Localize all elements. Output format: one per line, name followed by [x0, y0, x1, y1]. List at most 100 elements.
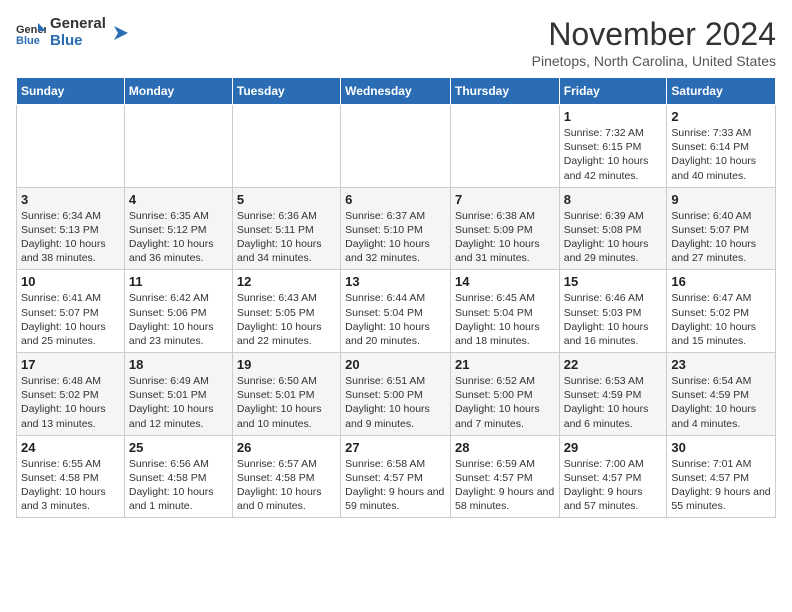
day-number: 8	[564, 192, 663, 207]
day-info: Sunrise: 6:45 AM Sunset: 5:04 PM Dayligh…	[455, 291, 555, 348]
day-number: 4	[129, 192, 228, 207]
day-number: 9	[671, 192, 771, 207]
calendar-week-row: 1Sunrise: 7:32 AM Sunset: 6:15 PM Daylig…	[17, 105, 776, 188]
calendar-cell: 3Sunrise: 6:34 AM Sunset: 5:13 PM Daylig…	[17, 187, 125, 270]
day-info: Sunrise: 6:59 AM Sunset: 4:57 PM Dayligh…	[455, 457, 555, 514]
day-number: 14	[455, 274, 555, 289]
day-number: 11	[129, 274, 228, 289]
day-info: Sunrise: 6:46 AM Sunset: 5:03 PM Dayligh…	[564, 291, 663, 348]
calendar-cell: 26Sunrise: 6:57 AM Sunset: 4:58 PM Dayli…	[232, 435, 340, 518]
day-info: Sunrise: 6:42 AM Sunset: 5:06 PM Dayligh…	[129, 291, 228, 348]
calendar-cell: 17 Sunrise: 6:48 AM Sunset: 5:02 PM Dayli…	[17, 353, 125, 436]
day-header-saturday: Saturday	[667, 78, 776, 105]
day-info: Sunrise: 6:37 AM Sunset: 5:10 PM Dayligh…	[345, 209, 446, 266]
calendar-cell: 29Sunrise: 7:00 AM Sunset: 4:57 PM Dayli…	[559, 435, 667, 518]
svg-text:Blue: Blue	[16, 35, 40, 45]
calendar-body: 1Sunrise: 7:32 AM Sunset: 6:15 PM Daylig…	[17, 105, 776, 518]
logo-icon: General Blue	[16, 21, 46, 45]
calendar-cell: 4 Sunrise: 6:35 AM Sunset: 5:12 PM Daylig…	[124, 187, 232, 270]
calendar-cell	[450, 105, 559, 188]
day-info: Sunrise: 6:43 AM Sunset: 5:05 PM Dayligh…	[237, 291, 336, 348]
day-number: 19	[237, 357, 336, 372]
calendar-cell: 22 Sunrise: 6:53 AM Sunset: 4:59 PM Dayli…	[559, 353, 667, 436]
day-header-sunday: Sunday	[17, 78, 125, 105]
day-info: Sunrise: 6:44 AM Sunset: 5:04 PM Dayligh…	[345, 291, 446, 348]
header: General Blue General Blue November 2024 …	[16, 16, 776, 69]
day-number: 21	[455, 357, 555, 372]
calendar-cell: 21Sunrise: 6:52 AM Sunset: 5:00 PM Dayli…	[450, 353, 559, 436]
day-number: 6	[345, 192, 446, 207]
day-header-tuesday: Tuesday	[232, 78, 340, 105]
day-info: Sunrise: 6:56 AM Sunset: 4:58 PM Dayligh…	[129, 457, 228, 514]
day-number: 30	[671, 440, 771, 455]
day-number: 23	[671, 357, 771, 372]
calendar-cell: 20 Sunrise: 6:51 AM Sunset: 5:00 PM Dayli…	[341, 353, 451, 436]
day-number: 17	[21, 357, 120, 372]
day-info: Sunrise: 6:48 AM Sunset: 5:02 PM Dayligh…	[21, 374, 120, 431]
calendar-cell	[341, 105, 451, 188]
calendar-cell: 25Sunrise: 6:56 AM Sunset: 4:58 PM Dayli…	[124, 435, 232, 518]
day-info: Sunrise: 6:53 AM Sunset: 4:59 PM Dayligh…	[564, 374, 663, 431]
day-number: 16	[671, 274, 771, 289]
day-number: 20	[345, 357, 446, 372]
day-number: 27	[345, 440, 446, 455]
calendar-cell: 16 Sunrise: 6:47 AM Sunset: 5:02 PM Dayli…	[667, 270, 776, 353]
calendar-cell: 14 Sunrise: 6:45 AM Sunset: 5:04 PM Dayli…	[450, 270, 559, 353]
calendar-cell: 5Sunrise: 6:36 AM Sunset: 5:11 PM Daylig…	[232, 187, 340, 270]
day-info: Sunrise: 6:47 AM Sunset: 5:02 PM Dayligh…	[671, 291, 771, 348]
day-number: 28	[455, 440, 555, 455]
logo-general: General	[50, 16, 106, 33]
day-number: 29	[564, 440, 663, 455]
calendar-cell: 11 Sunrise: 6:42 AM Sunset: 5:06 PM Dayli…	[124, 270, 232, 353]
calendar-week-row: 3Sunrise: 6:34 AM Sunset: 5:13 PM Daylig…	[17, 187, 776, 270]
calendar-cell: 10 Sunrise: 6:41 AM Sunset: 5:07 PM Dayli…	[17, 270, 125, 353]
day-number: 10	[21, 274, 120, 289]
day-number: 12	[237, 274, 336, 289]
day-info: Sunrise: 6:41 AM Sunset: 5:07 PM Dayligh…	[21, 291, 120, 348]
calendar-cell: 27 Sunrise: 6:58 AM Sunset: 4:57 PM Dayli…	[341, 435, 451, 518]
subtitle: Pinetops, North Carolina, United States	[532, 53, 776, 69]
day-info: Sunrise: 6:38 AM Sunset: 5:09 PM Dayligh…	[455, 209, 555, 266]
day-number: 18	[129, 357, 228, 372]
day-number: 2	[671, 109, 771, 124]
calendar-cell: 12 Sunrise: 6:43 AM Sunset: 5:05 PM Dayli…	[232, 270, 340, 353]
day-number: 22	[564, 357, 663, 372]
day-info: Sunrise: 6:39 AM Sunset: 5:08 PM Dayligh…	[564, 209, 663, 266]
calendar-cell: 18Sunrise: 6:49 AM Sunset: 5:01 PM Dayli…	[124, 353, 232, 436]
day-info: Sunrise: 6:40 AM Sunset: 5:07 PM Dayligh…	[671, 209, 771, 266]
day-info: Sunrise: 6:50 AM Sunset: 5:01 PM Dayligh…	[237, 374, 336, 431]
logo-blue: Blue	[50, 33, 106, 50]
calendar-cell: 23 Sunrise: 6:54 AM Sunset: 4:59 PM Dayli…	[667, 353, 776, 436]
day-number: 15	[564, 274, 663, 289]
day-number: 26	[237, 440, 336, 455]
calendar-week-row: 17 Sunrise: 6:48 AM Sunset: 5:02 PM Dayli…	[17, 353, 776, 436]
calendar-week-row: 10 Sunrise: 6:41 AM Sunset: 5:07 PM Dayli…	[17, 270, 776, 353]
day-header-monday: Monday	[124, 78, 232, 105]
calendar-cell: 19 Sunrise: 6:50 AM Sunset: 5:01 PM Dayli…	[232, 353, 340, 436]
day-header-thursday: Thursday	[450, 78, 559, 105]
calendar-cell	[124, 105, 232, 188]
calendar-table: SundayMondayTuesdayWednesdayThursdayFrid…	[16, 77, 776, 518]
logo-arrow-icon	[110, 24, 128, 42]
day-info: Sunrise: 6:54 AM Sunset: 4:59 PM Dayligh…	[671, 374, 771, 431]
calendar-cell: 28 Sunrise: 6:59 AM Sunset: 4:57 PM Dayli…	[450, 435, 559, 518]
calendar-cell	[232, 105, 340, 188]
day-number: 1	[564, 109, 663, 124]
calendar-cell: 2 Sunrise: 7:33 AM Sunset: 6:14 PM Daylig…	[667, 105, 776, 188]
calendar-cell: 8 Sunrise: 6:39 AM Sunset: 5:08 PM Daylig…	[559, 187, 667, 270]
day-info: Sunrise: 6:58 AM Sunset: 4:57 PM Dayligh…	[345, 457, 446, 514]
logo: General Blue General Blue	[16, 16, 128, 49]
day-info: Sunrise: 7:33 AM Sunset: 6:14 PM Dayligh…	[671, 126, 771, 183]
calendar-cell: 13 Sunrise: 6:44 AM Sunset: 5:04 PM Dayli…	[341, 270, 451, 353]
day-info: Sunrise: 6:55 AM Sunset: 4:58 PM Dayligh…	[21, 457, 120, 514]
day-header-wednesday: Wednesday	[341, 78, 451, 105]
calendar-cell: 24Sunrise: 6:55 AM Sunset: 4:58 PM Dayli…	[17, 435, 125, 518]
day-number: 5	[237, 192, 336, 207]
calendar-header-row: SundayMondayTuesdayWednesdayThursdayFrid…	[17, 78, 776, 105]
day-info: Sunrise: 6:51 AM Sunset: 5:00 PM Dayligh…	[345, 374, 446, 431]
day-info: Sunrise: 6:35 AM Sunset: 5:12 PM Dayligh…	[129, 209, 228, 266]
calendar-cell: 15 Sunrise: 6:46 AM Sunset: 5:03 PM Dayli…	[559, 270, 667, 353]
month-title: November 2024	[532, 16, 776, 53]
day-number: 13	[345, 274, 446, 289]
calendar-cell: 7Sunrise: 6:38 AM Sunset: 5:09 PM Daylig…	[450, 187, 559, 270]
